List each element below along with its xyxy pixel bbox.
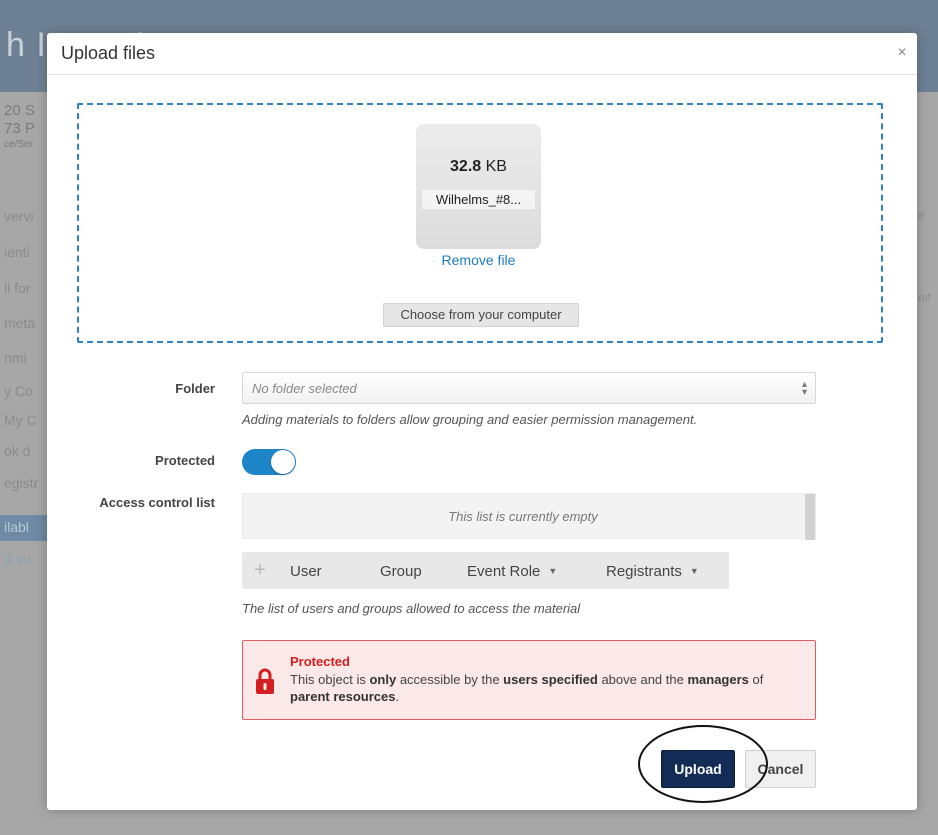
- acl-registrants-label: Registrants: [606, 563, 682, 580]
- acl-event-role-dropdown[interactable]: Event Role ▼: [467, 563, 557, 580]
- folder-select[interactable]: No folder selected ▴ ▾: [242, 372, 816, 404]
- file-name: Wilhelms_#8...: [422, 190, 535, 209]
- acl-add-group-button[interactable]: Group: [380, 563, 422, 580]
- background-sidebar-item: y Co: [4, 383, 33, 399]
- background-info-line: ce/Ser: [4, 139, 33, 150]
- file-size-value: 32.8: [450, 158, 482, 175]
- file-size: 32.8 KB: [416, 158, 541, 176]
- select-arrows-icon: ▴ ▾: [801, 379, 807, 398]
- folder-select-value: No folder selected: [252, 381, 357, 396]
- cancel-button[interactable]: Cancel: [745, 750, 816, 788]
- toggle-knob: [271, 450, 295, 474]
- background-info-line: 73 P: [4, 120, 35, 137]
- choose-from-computer-button[interactable]: Choose from your computer: [383, 303, 579, 327]
- background-sidebar-item: ienti: [4, 244, 30, 260]
- caret-down-icon: ▼: [689, 566, 699, 576]
- access-control-list-label: Access control list: [99, 495, 215, 510]
- alert-text: accessible by the: [396, 672, 504, 687]
- alert-text: above and the: [597, 672, 688, 687]
- alert-emphasis: parent resources: [290, 689, 396, 704]
- background-sidebar-item: ll for: [4, 280, 31, 296]
- background-sidebar-item: My C: [4, 412, 37, 428]
- acl-help-text: The list of users and groups allowed to …: [242, 601, 581, 616]
- acl-add-user-button[interactable]: User: [290, 563, 322, 580]
- background-right-text: ruf: [918, 292, 931, 304]
- alert-title: Protected: [290, 654, 350, 669]
- caret-down-icon: ▼: [548, 566, 558, 576]
- background-sidebar-item: nmi: [4, 350, 27, 366]
- file-preview-card: 32.8 KB Wilhelms_#8...: [416, 124, 541, 249]
- alert-emphasis: users specified: [503, 672, 598, 687]
- dialog-header: Upload files ×: [47, 33, 917, 75]
- acl-event-role-label: Event Role: [467, 563, 541, 580]
- alert-text: This object is: [290, 672, 370, 687]
- protected-toggle[interactable]: [242, 449, 296, 475]
- upload-button[interactable]: Upload: [661, 750, 735, 788]
- alert-message: This object is only accessible by the us…: [290, 671, 800, 705]
- folder-label: Folder: [175, 381, 215, 396]
- plus-icon: +: [254, 559, 266, 581]
- acl-registrants-dropdown[interactable]: Registrants ▼: [606, 563, 699, 580]
- background-sidebar-item: ok d: [4, 443, 31, 459]
- alert-text: .: [395, 689, 400, 704]
- upload-files-dialog: Upload files × 32.8 KB Wilhelms_#8... Re…: [47, 33, 917, 810]
- background-info-line: 20 S: [4, 102, 35, 119]
- folder-help-text: Adding materials to folders allow groupi…: [242, 412, 698, 427]
- background-sidebar-item: egistr: [4, 475, 39, 491]
- file-size-unit: KB: [485, 158, 507, 175]
- remove-file-link[interactable]: Remove file: [416, 252, 541, 268]
- background-sidebar-item: meta: [4, 315, 36, 331]
- file-dropzone[interactable]: 32.8 KB Wilhelms_#8... Remove file Choos…: [77, 103, 883, 343]
- access-control-list: This list is currently empty: [242, 493, 816, 540]
- background-sidebar-item: ilabl: [4, 519, 29, 535]
- protected-alert: Protected This object is only accessible…: [242, 640, 816, 720]
- alert-emphasis: only: [369, 672, 397, 687]
- background-sidebar-item: d su: [4, 551, 31, 567]
- alert-text: of: [748, 672, 764, 687]
- protected-label: Protected: [155, 453, 215, 468]
- acl-toolbar: + User Group Event Role ▼ Registrants ▼: [242, 552, 729, 589]
- alert-emphasis: managers: [687, 672, 749, 687]
- close-icon[interactable]: ×: [895, 45, 909, 61]
- lock-icon: [256, 668, 274, 694]
- background-right-text: e: [918, 210, 925, 222]
- background-sidebar-item: vervi: [4, 208, 34, 224]
- acl-empty-message: This list is currently empty: [448, 509, 598, 524]
- dialog-title: Upload files: [61, 43, 156, 63]
- acl-scrollbar[interactable]: [805, 494, 815, 540]
